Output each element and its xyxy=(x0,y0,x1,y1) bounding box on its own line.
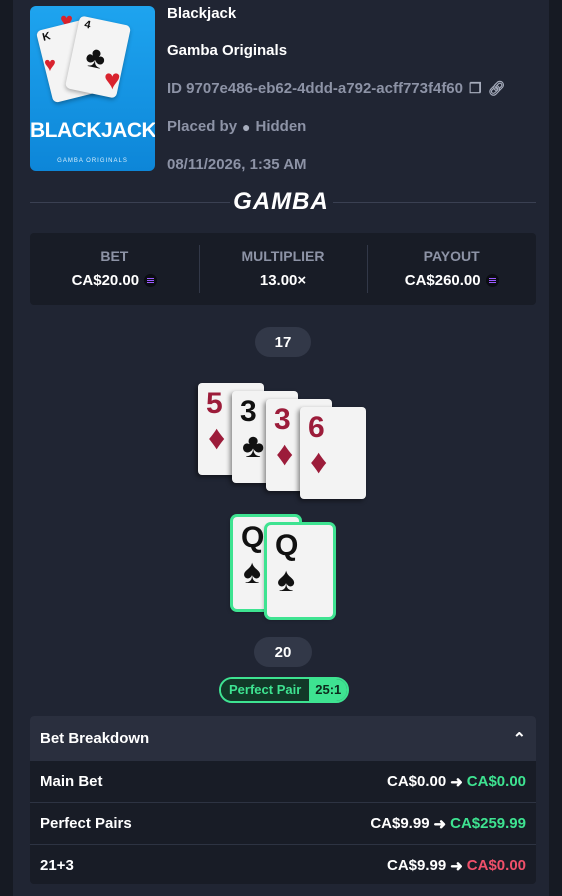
diamond-icon: ♦ xyxy=(276,435,294,473)
arrow-right-icon: ➜ xyxy=(450,857,463,875)
row-amounts: CA$0.00 ➜ CA$0.00 xyxy=(387,773,526,791)
bet-id-row: ID 9707e486-eb62-4ddd-a792-acff773f4f60 … xyxy=(167,80,505,97)
badge-multiplier: 25:1 xyxy=(309,679,348,701)
currency-icon xyxy=(485,274,499,287)
player-name: Hidden xyxy=(255,118,307,135)
link-icon[interactable]: 🔗︎ xyxy=(488,80,506,97)
arrow-right-icon: ➜ xyxy=(433,815,447,833)
card-rank: 3 xyxy=(274,403,291,436)
player-card: Q ♠ xyxy=(267,525,333,617)
card-rank: Q xyxy=(275,529,299,562)
bet-date: 08/11/2026, 1:35 AM xyxy=(167,156,307,173)
amount-to: CA$0.00 xyxy=(466,857,526,874)
club-icon: ♣ xyxy=(242,427,265,465)
game-provider: Gamba Originals xyxy=(167,42,288,59)
breakdown-row: Perfect Pairs CA$9.99 ➜ CA$259.99 xyxy=(30,803,536,845)
row-amounts: CA$9.99 ➜ CA$259.99 xyxy=(370,815,526,833)
amount-from: CA$0.00 xyxy=(387,773,447,790)
breakdown-row: 21+3 CA$9.99 ➜ CA$0.00 xyxy=(30,845,536,884)
amount-to: CA$259.99 xyxy=(450,815,526,832)
spade-icon: ♠ xyxy=(243,553,262,591)
card-rank: 6 xyxy=(308,411,325,444)
bet-id: ID 9707e486-eb62-4ddd-a792-acff773f4f60 xyxy=(167,80,463,97)
card-rank: Q xyxy=(241,521,265,554)
breakdown-row: Main Bet CA$0.00 ➜ CA$0.00 xyxy=(30,761,536,803)
bet-breakdown-title: Bet Breakdown xyxy=(40,730,150,747)
thumbnail-card-rank: K xyxy=(41,30,52,44)
amount-from: CA$9.99 xyxy=(370,815,430,832)
divider-right xyxy=(333,202,536,203)
background-left xyxy=(0,0,13,896)
bet-amount: CA$20.00 xyxy=(71,272,140,289)
chevron-up-icon[interactable]: ⌃ xyxy=(513,729,526,749)
stat-value: 13.00× xyxy=(199,272,368,289)
diamond-icon: ♦ xyxy=(310,443,328,481)
multiplier-value: 13.00× xyxy=(259,272,307,289)
currency-icon xyxy=(144,274,158,287)
row-name: Main Bet xyxy=(40,773,103,790)
dealer-total: 17 xyxy=(255,327,311,357)
stat-label: MULTIPLIER xyxy=(241,248,325,264)
brand-logo: GAMBA xyxy=(233,188,329,215)
row-amounts: CA$9.99 ➜ CA$0.00 xyxy=(387,857,526,875)
amount-from: CA$9.99 xyxy=(387,857,447,874)
dealer-card: 6 ♦ xyxy=(300,407,366,499)
player-total: 20 xyxy=(254,637,312,667)
bet-breakdown-header[interactable]: Bet Breakdown ⌃ xyxy=(30,716,536,761)
thumbnail-card-rank: 4 xyxy=(83,18,92,32)
background-right xyxy=(549,0,562,896)
thumbnail-logo: BLACKJACK xyxy=(30,119,155,142)
stat-multiplier: MULTIPLIER 13.00× xyxy=(198,233,368,305)
stat-value: CA$260.00 xyxy=(367,272,536,289)
divider-left xyxy=(30,202,230,203)
game-title[interactable]: Blackjack xyxy=(167,5,236,22)
stat-label: BET xyxy=(100,248,129,264)
card-rank: 5 xyxy=(206,387,223,420)
spade-icon: ♠ xyxy=(277,561,296,599)
placed-by-row: Placed by ● Hidden xyxy=(167,118,306,135)
game-thumbnail[interactable]: ♥ K ♥ 4 ♣ ♥ BLACKJACK GAMBA ORIGINALS xyxy=(30,6,155,171)
stat-bet: BET CA$20.00 xyxy=(30,233,199,305)
stat-label: PAYOUT xyxy=(423,248,480,264)
heart-icon: ♥ xyxy=(104,64,121,95)
bet-stats: BET CA$20.00 MULTIPLIER 13.00× PAYOUT CA… xyxy=(30,233,536,305)
incognito-icon: ● xyxy=(242,118,251,135)
placed-by-label: Placed by xyxy=(167,118,238,135)
arrow-right-icon: ➜ xyxy=(450,773,463,791)
badge-label: Perfect Pair xyxy=(221,679,310,701)
payout-amount: CA$260.00 xyxy=(404,272,481,289)
heart-icon: ♥ xyxy=(44,54,56,76)
perfect-pair-badge: Perfect Pair 25:1 xyxy=(219,677,350,703)
bet-details-panel: ♥ K ♥ 4 ♣ ♥ BLACKJACK GAMBA ORIGINALS Bl… xyxy=(13,0,549,896)
copy-icon[interactable]: ❐ xyxy=(469,80,482,97)
stat-value: CA$20.00 xyxy=(30,272,199,289)
card-rank: 3 xyxy=(240,395,257,428)
thumbnail-subtitle: GAMBA ORIGINALS xyxy=(57,158,128,164)
diamond-icon: ♦ xyxy=(208,419,226,457)
row-name: Perfect Pairs xyxy=(40,815,132,832)
row-name: 21+3 xyxy=(40,857,74,874)
bet-breakdown: Bet Breakdown ⌃ Main Bet CA$0.00 ➜ CA$0.… xyxy=(30,716,536,884)
amount-to: CA$0.00 xyxy=(466,773,526,790)
stat-payout: PAYOUT CA$260.00 xyxy=(367,233,536,305)
